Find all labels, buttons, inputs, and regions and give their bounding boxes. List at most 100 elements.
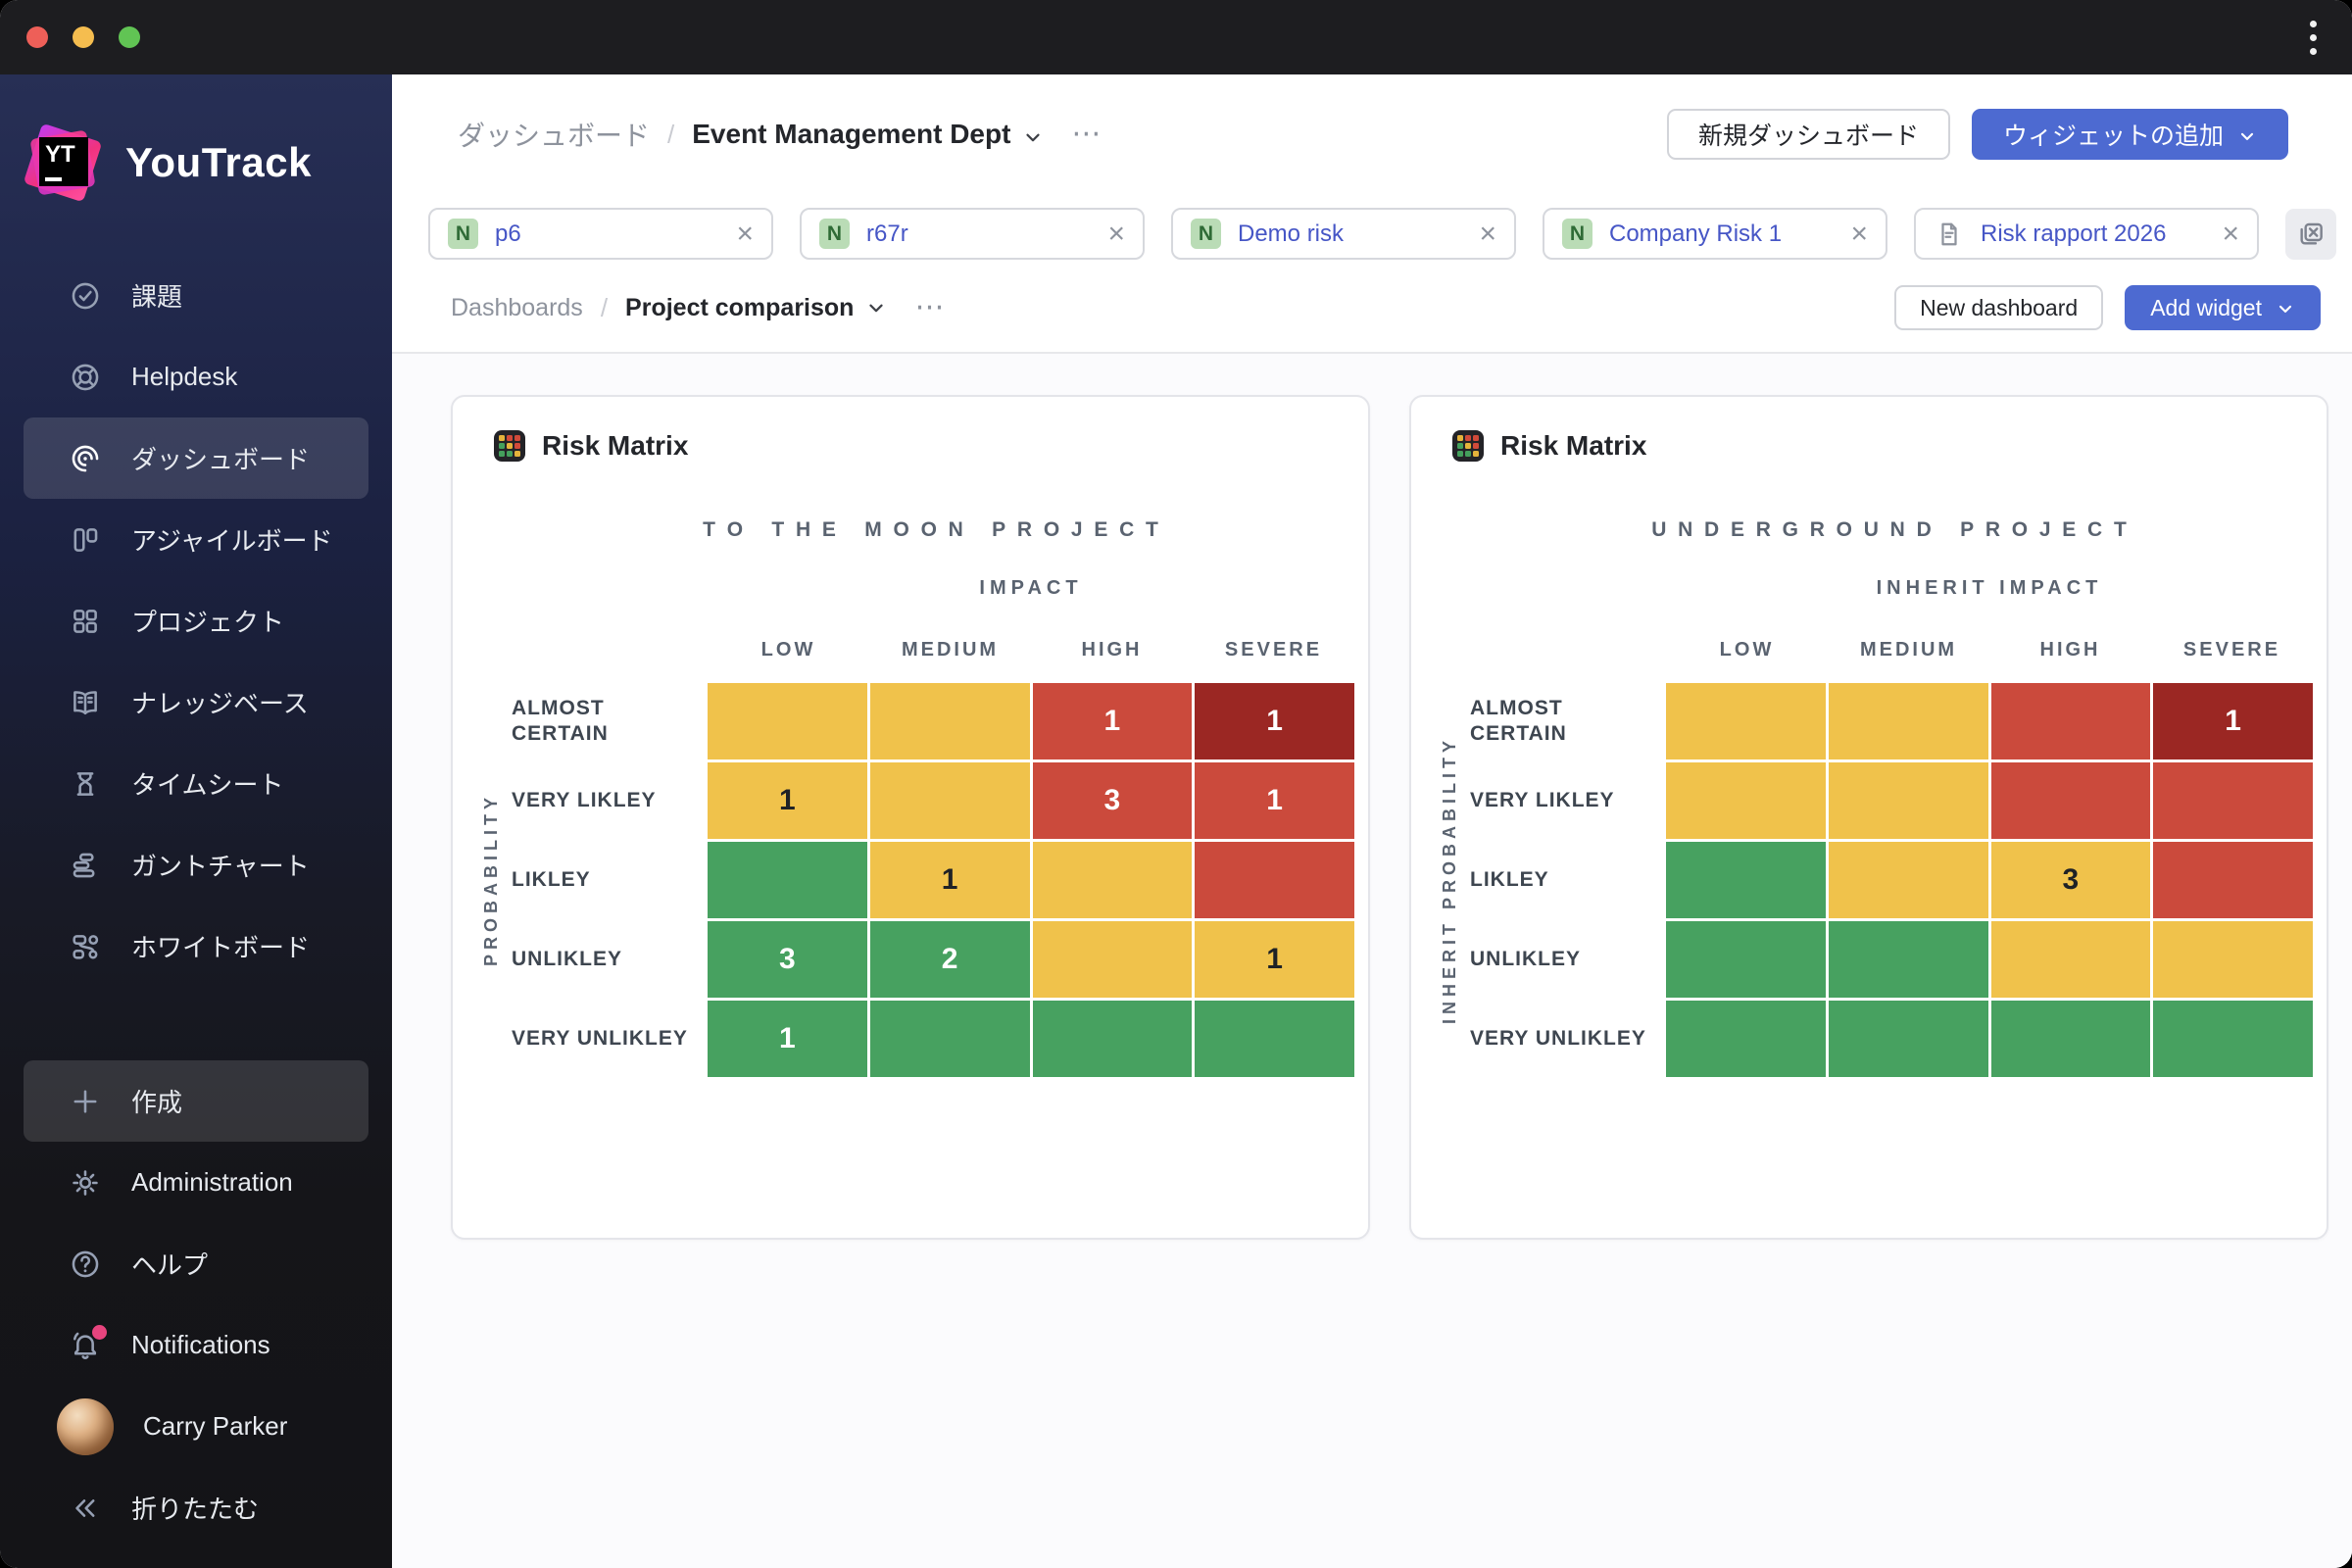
matrix-cell[interactable] <box>1990 1001 2151 1077</box>
dashboard-header-row: ダッシュボード / Event Management Dept ⋯ 新規ダッシュ… <box>392 74 2352 165</box>
matrix-cell[interactable]: 1 <box>1195 921 1354 998</box>
sidebar-item-ガントチャート[interactable]: ガントチャート <box>24 824 368 906</box>
sidebar-item-作成[interactable]: 作成 <box>24 1060 368 1142</box>
minimize-window-button[interactable] <box>73 26 94 48</box>
breadcrumb-dashboards-link[interactable]: ダッシュボード <box>458 115 650 154</box>
matrix-cell[interactable] <box>1828 842 1988 918</box>
app-logo[interactable]: YT YouTrack <box>0 74 392 212</box>
breadcrumb-dashboards-link-en[interactable]: Dashboards <box>451 294 583 322</box>
matrix-cell[interactable]: 1 <box>869 842 1030 918</box>
document-icon <box>1934 219 1964 249</box>
close-window-button[interactable] <box>26 26 48 48</box>
matrix-cell[interactable] <box>1666 1001 1826 1077</box>
matrix-cell[interactable] <box>1828 921 1988 998</box>
matrix-cell[interactable] <box>1666 762 1826 839</box>
matrix-cell[interactable] <box>1990 762 2151 839</box>
row-labels: ALMOST CERTAIN VERY LIKLEY LIKLEY UNLIKLEY V… <box>1470 683 1666 1077</box>
matrix-cell[interactable] <box>1666 921 1826 998</box>
main-content: ダッシュボード / Event Management Dept ⋯ 新規ダッシュ… <box>392 74 2352 1568</box>
sidebar-item-ホワイトボード[interactable]: ホワイトボード <box>24 906 368 987</box>
matrix-cell[interactable]: 3 <box>1032 762 1193 839</box>
matrix-cell[interactable] <box>2153 842 2313 918</box>
close-icon[interactable]: × <box>728 219 754 249</box>
matrix-cell[interactable] <box>869 1001 1030 1077</box>
close-icon[interactable]: × <box>1842 219 1868 249</box>
breadcrumb-current-dashboard[interactable]: Event Management Dept <box>692 119 1044 150</box>
matrix-cell[interactable]: 1 <box>1195 683 1354 760</box>
filter-chip[interactable]: N Demo risk × <box>1171 208 1516 260</box>
sidebar-item-タイムシート[interactable]: タイムシート <box>24 743 368 824</box>
matrix-cell[interactable] <box>1032 842 1193 918</box>
kebab-menu-icon[interactable] <box>2310 20 2317 55</box>
matrix-cell[interactable]: 1 <box>2153 683 2313 760</box>
close-icon[interactable]: × <box>2214 219 2239 249</box>
sidebar-item-ナレッジベース[interactable]: ナレッジベース <box>24 662 368 743</box>
matrix-cell[interactable] <box>2153 762 2313 839</box>
risk-matrix-icon <box>494 430 525 462</box>
matrix-cell[interactable] <box>1666 842 1826 918</box>
matrix-cell[interactable] <box>1828 1001 1988 1077</box>
sub-header-row: Dashboards / Project comparison ⋯ New da… <box>392 283 2352 332</box>
column-header: LOW <box>760 639 816 661</box>
matrix-cell[interactable] <box>1828 762 1988 839</box>
matrix-cell[interactable] <box>2153 921 2313 998</box>
matrix-cell[interactable]: 1 <box>1032 683 1193 760</box>
breadcrumb: ダッシュボード / Event Management Dept ⋯ <box>458 115 1103 154</box>
sidebar-item-administration[interactable]: Administration <box>24 1142 368 1223</box>
sidebar-item-折りたたむ[interactable]: 折りたたむ <box>24 1467 368 1548</box>
chevron-down-icon[interactable] <box>865 297 887 318</box>
sidebar-item-notifications[interactable]: Notifications <box>24 1304 368 1386</box>
zoom-window-button[interactable] <box>119 26 140 48</box>
agile-board-icon <box>69 523 102 557</box>
filter-chip[interactable]: Nr67r × <box>800 208 1145 260</box>
matrix-cell[interactable]: 1 <box>708 1001 867 1077</box>
impact-label: IMPACT <box>979 577 1083 599</box>
column-header: HIGH <box>1081 639 1143 661</box>
plus-icon <box>69 1085 102 1118</box>
matrix-cell[interactable]: 3 <box>708 921 867 998</box>
filter-chip[interactable]: N Company Risk 1 × <box>1543 208 1887 260</box>
matrix-cell[interactable]: 1 <box>708 762 867 839</box>
new-dashboard-button-jp[interactable]: 新規ダッシュボード <box>1666 109 1950 160</box>
breadcrumb-current-project-comparison[interactable]: Project comparison <box>625 294 887 322</box>
matrix-cell[interactable] <box>1828 683 1988 760</box>
sidebar-item-プロジェクト[interactable]: プロジェクト <box>24 580 368 662</box>
matrix-cell[interactable] <box>1032 1001 1193 1077</box>
sidebar-item-ダッシュボード[interactable]: ダッシュボード <box>24 417 368 499</box>
matrix-cell[interactable] <box>2153 1001 2313 1077</box>
more-options-icon[interactable]: ⋯ <box>914 293 947 322</box>
remove-all-filters-icon[interactable] <box>2285 208 2336 260</box>
matrix-cell[interactable] <box>1990 921 2151 998</box>
new-dashboard-button[interactable]: New dashboard <box>1894 285 2104 330</box>
matrix-cell[interactable]: 1 <box>1195 762 1354 839</box>
matrix-cell[interactable] <box>1666 683 1826 760</box>
matrix-cell[interactable] <box>869 683 1030 760</box>
add-widget-button[interactable]: Add widget <box>2125 285 2321 330</box>
chevron-down-icon[interactable] <box>1022 123 1044 145</box>
probability-label: INHERIT PROBABILITY <box>1439 735 1459 1024</box>
sidebar-item-アジャイルボード[interactable]: アジャイルボード <box>24 499 368 580</box>
probability-label: PROBABILITY <box>480 793 501 967</box>
column-header: SEVERE <box>1224 639 1323 661</box>
matrix-cell[interactable] <box>869 762 1030 839</box>
add-widget-button-jp[interactable]: ウィジェットの追加 <box>1971 109 2288 160</box>
matrix-cell[interactable]: 3 <box>1990 842 2151 918</box>
close-icon[interactable]: × <box>1471 219 1496 249</box>
chevron-down-icon <box>2237 124 2257 144</box>
matrix-cell[interactable] <box>708 683 867 760</box>
matrix-cell[interactable] <box>1032 921 1193 998</box>
sidebar-item-課題[interactable]: 課題 <box>24 255 368 336</box>
sidebar-item-ヘルプ[interactable]: ヘルプ <box>24 1223 368 1304</box>
matrix-cell[interactable] <box>708 842 867 918</box>
matrix-cell[interactable] <box>1195 842 1354 918</box>
sidebar-item-carry-parker[interactable]: Carry Parker <box>24 1386 368 1467</box>
more-options-icon[interactable]: ⋯ <box>1071 120 1103 149</box>
close-icon[interactable]: × <box>1100 219 1125 249</box>
sidebar-item-helpdesk[interactable]: Helpdesk <box>24 336 368 417</box>
filter-chip[interactable]: Risk rapport 2026 × <box>1914 208 2259 260</box>
matrix-cell[interactable]: 2 <box>869 921 1030 998</box>
filter-chip[interactable]: Np6 × <box>428 208 773 260</box>
matrix-cell[interactable] <box>1990 683 2151 760</box>
matrix-cell[interactable] <box>1195 1001 1354 1077</box>
gantt-chart-icon <box>69 849 102 882</box>
